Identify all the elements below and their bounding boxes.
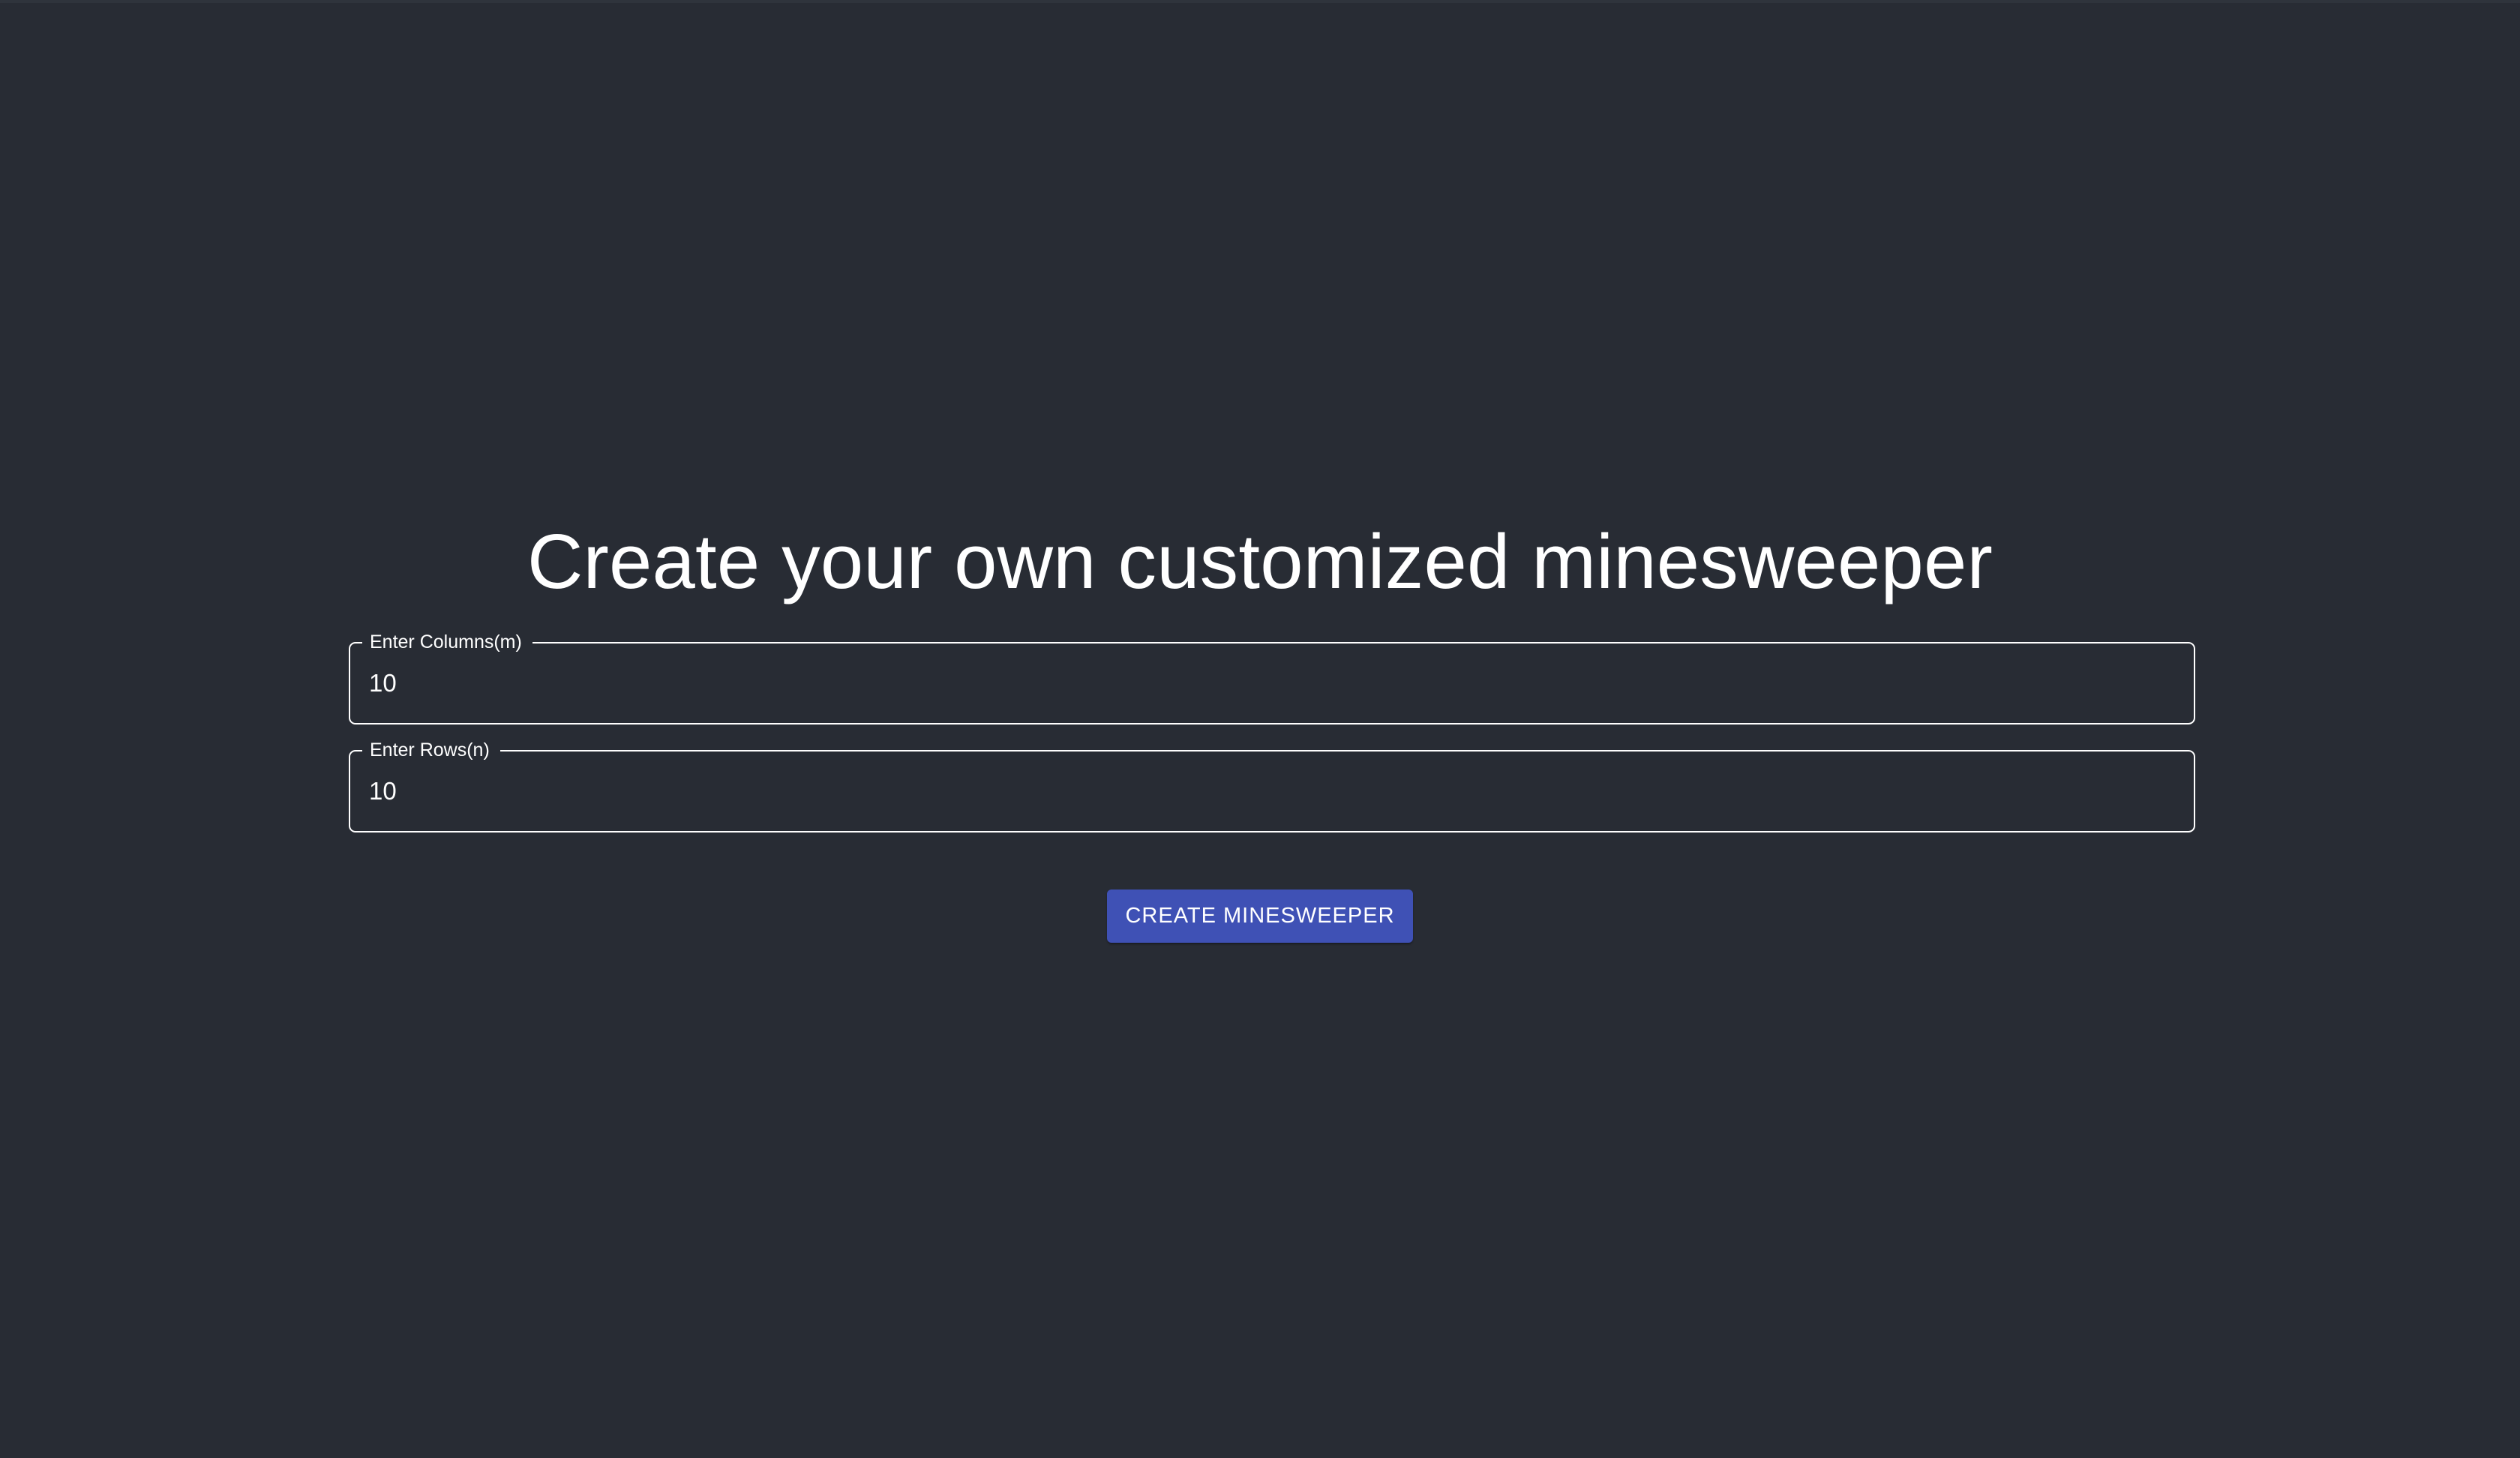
columns-field[interactable]: Enter Columns(m) <box>349 629 2195 724</box>
app-page: Create your own customized minesweeper E… <box>0 0 2520 1458</box>
create-minesweeper-button[interactable]: CREATE MINESWEEPER <box>1107 890 1413 943</box>
page-title: Create your own customized minesweeper <box>526 518 1994 604</box>
rows-field[interactable]: Enter Rows(n) <box>349 737 2195 832</box>
columns-input[interactable] <box>369 642 2169 724</box>
rows-input[interactable] <box>369 750 2169 832</box>
